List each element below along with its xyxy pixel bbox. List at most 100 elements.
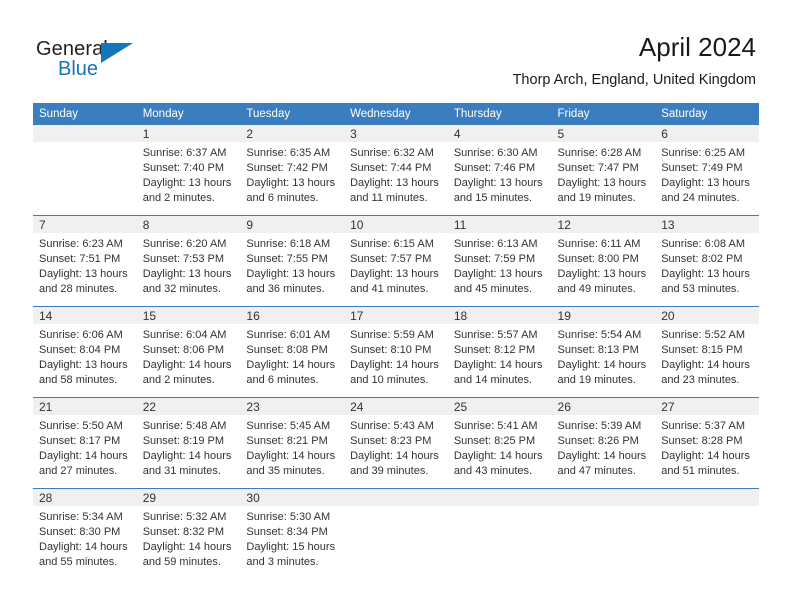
daylight-text-line2: and 15 minutes. xyxy=(453,192,533,204)
sunset-text: Sunset: 7:44 PM xyxy=(350,162,432,174)
sunset-text: Sunset: 8:10 PM xyxy=(350,344,432,356)
calendar-day-cell[interactable]: 3 Sunrise: 6:32 AM Sunset: 7:44 PM Dayli… xyxy=(344,125,448,216)
calendar-day-cell[interactable]: 22 Sunrise: 5:48 AM Sunset: 8:19 PM Dayl… xyxy=(136,397,241,489)
daylight-text-line2: and 32 minutes. xyxy=(142,283,221,295)
calendar-day-cell[interactable]: 16 Sunrise: 6:01 AM Sunset: 8:08 PM Dayl… xyxy=(240,306,345,398)
daylight-text-line2: and 55 minutes. xyxy=(39,556,118,568)
day-number: 15 xyxy=(136,307,241,324)
calendar-day-cell[interactable]: 11 Sunrise: 6:13 AM Sunset: 7:59 PM Dayl… xyxy=(447,215,552,307)
day-number: 27 xyxy=(655,398,759,415)
sunrise-text: Sunrise: 6:20 AM xyxy=(142,238,227,250)
calendar-day-cell[interactable]: 21 Sunrise: 5:50 AM Sunset: 8:17 PM Dayl… xyxy=(33,397,137,489)
daylight-text-line1: Daylight: 14 hours xyxy=(246,450,336,462)
sunrise-text: Sunrise: 6:04 AM xyxy=(142,329,227,341)
calendar-day-cell[interactable]: 30 Sunrise: 5:30 AM Sunset: 8:34 PM Dayl… xyxy=(240,488,345,579)
calendar-day-cell[interactable] xyxy=(655,488,759,579)
calendar-day-cell[interactable]: 19 Sunrise: 5:54 AM Sunset: 8:13 PM Dayl… xyxy=(551,306,656,398)
sunset-text: Sunset: 7:47 PM xyxy=(557,162,639,174)
calendar-week-row: 14 Sunrise: 6:06 AM Sunset: 8:04 PM Dayl… xyxy=(33,306,759,398)
daylight-text-line2: and 45 minutes. xyxy=(453,283,533,295)
daylight-text-line1: Daylight: 13 hours xyxy=(453,268,543,280)
calendar-day-cell[interactable]: 6 Sunrise: 6:25 AM Sunset: 7:49 PM Dayli… xyxy=(655,125,759,216)
daylight-text-line1: Daylight: 13 hours xyxy=(350,177,439,189)
day-number: 19 xyxy=(551,307,656,324)
sunset-text: Sunset: 7:40 PM xyxy=(142,162,225,174)
calendar-day-cell[interactable]: 25 Sunrise: 5:41 AM Sunset: 8:25 PM Dayl… xyxy=(447,397,552,489)
sunset-text: Sunset: 8:02 PM xyxy=(661,253,743,265)
calendar-day-cell[interactable]: 9 Sunrise: 6:18 AM Sunset: 7:55 PM Dayli… xyxy=(240,215,345,307)
daylight-text-line1: Daylight: 13 hours xyxy=(557,268,647,280)
daylight-text-line2: and 19 minutes. xyxy=(557,374,636,386)
day-number: 2 xyxy=(240,125,345,142)
day-number: 20 xyxy=(655,307,759,324)
daylight-text-line2: and 31 minutes. xyxy=(142,465,221,477)
calendar-day-cell[interactable]: 26 Sunrise: 5:39 AM Sunset: 8:26 PM Dayl… xyxy=(551,397,656,489)
calendar-day-cell[interactable]: 27 Sunrise: 5:37 AM Sunset: 8:28 PM Dayl… xyxy=(655,397,759,489)
sunset-text: Sunset: 7:46 PM xyxy=(453,162,536,174)
calendar-day-cell[interactable]: 20 Sunrise: 5:52 AM Sunset: 8:15 PM Dayl… xyxy=(655,306,759,398)
daylight-text-line1: Daylight: 14 hours xyxy=(142,450,232,462)
calendar-day-cell[interactable] xyxy=(33,125,137,216)
sunset-text: Sunset: 7:49 PM xyxy=(661,162,743,174)
daylight-text-line2: and 2 minutes. xyxy=(142,374,215,386)
day-number: 4 xyxy=(447,125,552,142)
calendar-day-cell[interactable]: 15 Sunrise: 6:04 AM Sunset: 8:06 PM Dayl… xyxy=(136,306,241,398)
calendar-day-cell[interactable]: 14 Sunrise: 6:06 AM Sunset: 8:04 PM Dayl… xyxy=(33,306,137,398)
title-block: April 2024 Thorp Arch, England, United K… xyxy=(513,32,756,90)
daylight-text-line2: and 14 minutes. xyxy=(453,374,533,386)
calendar-day-cell[interactable]: 28 Sunrise: 5:34 AM Sunset: 8:30 PM Dayl… xyxy=(33,488,137,579)
general-blue-logo[interactable]: General Blue xyxy=(36,38,166,84)
sunset-text: Sunset: 8:34 PM xyxy=(246,526,328,538)
day-number xyxy=(551,489,656,506)
calendar-day-cell[interactable]: 1 Sunrise: 6:37 AM Sunset: 7:40 PM Dayli… xyxy=(136,125,241,216)
calendar-day-cell[interactable]: 18 Sunrise: 5:57 AM Sunset: 8:12 PM Dayl… xyxy=(447,306,552,398)
daylight-text-line1: Daylight: 14 hours xyxy=(661,359,750,371)
day-number: 22 xyxy=(136,398,241,415)
calendar-day-cell[interactable]: 5 Sunrise: 6:28 AM Sunset: 7:47 PM Dayli… xyxy=(551,125,656,216)
sunset-text: Sunset: 8:17 PM xyxy=(39,435,121,447)
day-number: 17 xyxy=(344,307,448,324)
calendar-day-cell[interactable]: 8 Sunrise: 6:20 AM Sunset: 7:53 PM Dayli… xyxy=(136,215,241,307)
sunrise-text: Sunrise: 6:08 AM xyxy=(661,238,745,250)
calendar-day-cell[interactable]: 24 Sunrise: 5:43 AM Sunset: 8:23 PM Dayl… xyxy=(344,397,448,489)
calendar-day-cell[interactable]: 23 Sunrise: 5:45 AM Sunset: 8:21 PM Dayl… xyxy=(240,397,345,489)
sunrise-text: Sunrise: 6:30 AM xyxy=(453,147,538,159)
calendar-day-cell[interactable]: 2 Sunrise: 6:35 AM Sunset: 7:42 PM Dayli… xyxy=(240,125,345,216)
day-number: 11 xyxy=(447,216,552,233)
day-number: 10 xyxy=(344,216,448,233)
sunset-text: Sunset: 7:51 PM xyxy=(39,253,121,265)
weekday-header-monday: Monday xyxy=(136,103,241,125)
calendar-day-cell[interactable] xyxy=(447,488,552,579)
calendar-day-cell[interactable]: 10 Sunrise: 6:15 AM Sunset: 7:57 PM Dayl… xyxy=(344,215,448,307)
day-number: 7 xyxy=(33,216,137,233)
calendar-day-cell[interactable]: 7 Sunrise: 6:23 AM Sunset: 7:51 PM Dayli… xyxy=(33,215,137,307)
daylight-text-line2: and 11 minutes. xyxy=(350,192,428,204)
calendar-day-cell[interactable]: 12 Sunrise: 6:11 AM Sunset: 8:00 PM Dayl… xyxy=(551,215,656,307)
sunset-text: Sunset: 7:42 PM xyxy=(246,162,328,174)
calendar-day-cell[interactable]: 4 Sunrise: 6:30 AM Sunset: 7:46 PM Dayli… xyxy=(447,125,552,216)
calendar-day-cell[interactable] xyxy=(551,488,656,579)
sunset-text: Sunset: 8:08 PM xyxy=(246,344,328,356)
daylight-text-line1: Daylight: 14 hours xyxy=(39,541,128,553)
daylight-text-line1: Daylight: 14 hours xyxy=(661,450,750,462)
daylight-text-line1: Daylight: 14 hours xyxy=(350,450,439,462)
sunset-text: Sunset: 8:12 PM xyxy=(453,344,536,356)
day-number: 13 xyxy=(655,216,759,233)
sunrise-text: Sunrise: 6:23 AM xyxy=(39,238,123,250)
daylight-text-line2: and 24 minutes. xyxy=(661,192,740,204)
sunset-text: Sunset: 8:13 PM xyxy=(557,344,639,356)
weekday-header-friday: Friday xyxy=(551,103,656,125)
calendar-day-cell[interactable]: 13 Sunrise: 6:08 AM Sunset: 8:02 PM Dayl… xyxy=(655,215,759,307)
day-number: 26 xyxy=(551,398,656,415)
calendar-day-cell[interactable]: 17 Sunrise: 5:59 AM Sunset: 8:10 PM Dayl… xyxy=(344,306,448,398)
daylight-text-line1: Daylight: 13 hours xyxy=(246,177,336,189)
sunrise-text: Sunrise: 5:37 AM xyxy=(661,420,745,432)
daylight-text-line2: and 23 minutes. xyxy=(661,374,740,386)
sunrise-text: Sunrise: 6:13 AM xyxy=(453,238,538,250)
sunrise-text: Sunrise: 5:50 AM xyxy=(39,420,123,432)
weekday-header-thursday: Thursday xyxy=(447,103,552,125)
calendar-day-cell[interactable] xyxy=(344,488,448,579)
daylight-text-line2: and 53 minutes. xyxy=(661,283,740,295)
calendar-day-cell[interactable]: 29 Sunrise: 5:32 AM Sunset: 8:32 PM Dayl… xyxy=(136,488,241,579)
daylight-text-line1: Daylight: 13 hours xyxy=(39,359,128,371)
